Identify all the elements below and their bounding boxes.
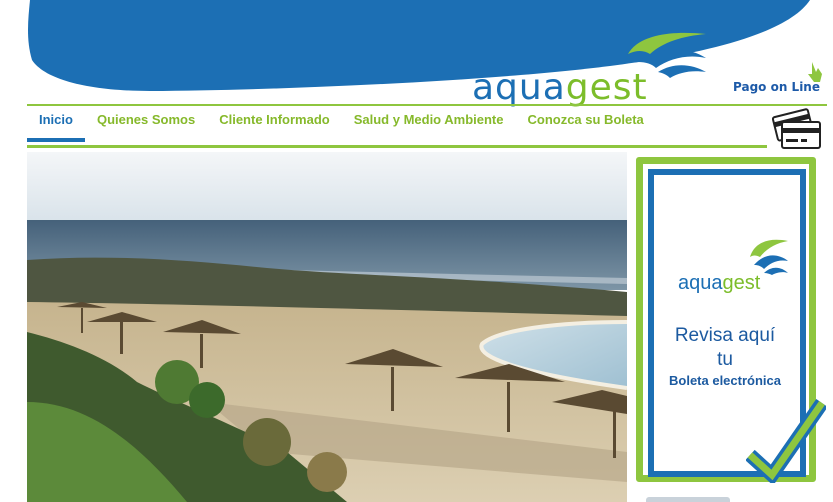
- site-header: aquagest Pago on Line: [0, 0, 833, 108]
- banner-aquagest-logo: aquagest: [678, 237, 808, 297]
- main-nav: Inicio Quienes Somos Cliente Informado S…: [27, 106, 656, 142]
- nav-item-quienes-somos[interactable]: Quienes Somos: [85, 106, 207, 142]
- nav-item-inicio[interactable]: Inicio: [27, 106, 85, 142]
- nav-item-conozca-boleta[interactable]: Conozca su Boleta: [515, 106, 655, 142]
- hand-pointer-icon: [808, 62, 822, 82]
- boleta-electronica-banner[interactable]: aquagest Revisa aquí tu Boleta electróni…: [636, 157, 826, 487]
- logo-part1: aqua: [472, 67, 566, 108]
- banner-logo-part1: aqua: [678, 272, 723, 294]
- aquagest-logo[interactable]: aquagest: [470, 28, 715, 108]
- banner-boleta-label: Boleta electrónica: [669, 373, 781, 388]
- banner-logo-wordmark: aquagest: [678, 272, 760, 295]
- nav-item-cliente-informado[interactable]: Cliente Informado: [207, 106, 342, 142]
- banner-subline: tu: [717, 349, 733, 370]
- logo-wordmark: aquagest: [472, 68, 648, 108]
- hero-beach-image: [27, 152, 627, 502]
- banner-logo-part2: gest: [722, 272, 761, 294]
- banner-logo-waves-icon: [750, 239, 788, 275]
- credit-card-icon[interactable]: [772, 108, 822, 150]
- nav-bottom-divider: [27, 145, 767, 148]
- check-icon: [746, 399, 826, 483]
- logo-part2: gest: [565, 67, 648, 108]
- nav-item-salud-medio-ambiente[interactable]: Salud y Medio Ambiente: [342, 106, 516, 142]
- banner-bottom-tab: [646, 497, 730, 502]
- banner-headline: Revisa aquí: [674, 325, 776, 346]
